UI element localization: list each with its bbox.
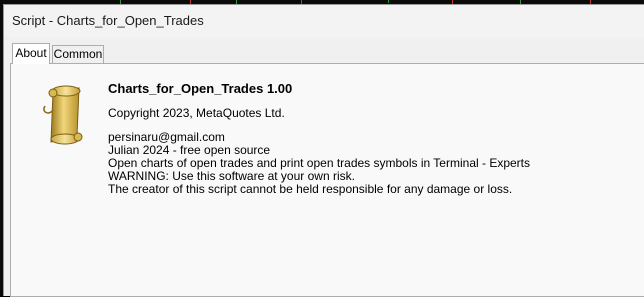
tab-strip: About Common <box>4 38 644 64</box>
title-bar[interactable]: Script - Charts_for_Open_Trades <box>4 5 644 38</box>
script-properties-dialog: Script - Charts_for_Open_Trades About Co… <box>3 4 644 297</box>
window-title: Script - Charts_for_Open_Trades <box>12 13 204 28</box>
copyright-text: Copyright 2023, MetaQuotes Ltd. <box>108 106 285 120</box>
disclaimer-line: The creator of this script cannot be hel… <box>108 182 513 196</box>
tab-about[interactable]: About <box>12 43 50 64</box>
about-content: Charts_for_Open_Trades 1.00 Copyright 20… <box>108 81 530 196</box>
program-name: Charts_for_Open_Trades 1.00 <box>108 81 293 96</box>
tab-common[interactable]: Common <box>52 45 104 63</box>
about-panel: Charts_for_Open_Trades 1.00 Copyright 20… <box>10 63 644 297</box>
scroll-icon <box>43 85 83 145</box>
